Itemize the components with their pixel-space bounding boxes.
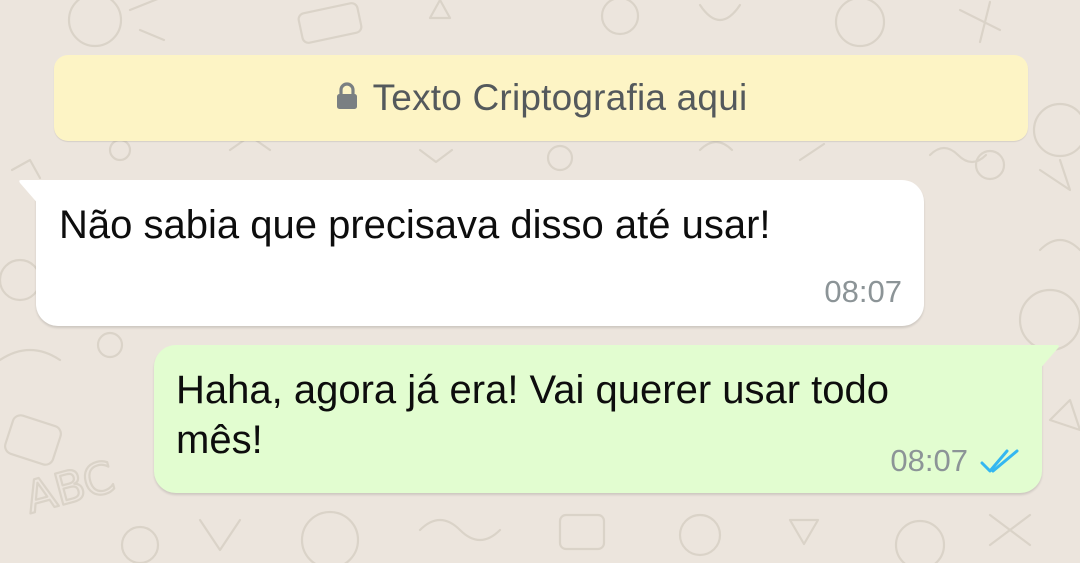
message-meta: 08:07 — [890, 443, 1020, 479]
encryption-banner-text: Texto Criptografia aqui — [372, 77, 748, 118]
message-text: Não sabia que precisava disso até usar! — [59, 203, 771, 247]
incoming-message[interactable]: Não sabia que precisava disso até usar! … — [19, 180, 924, 326]
message-time: 08:07 — [890, 443, 968, 478]
outgoing-bubble-tail — [1038, 345, 1059, 371]
encryption-banner[interactable]: Texto Criptografia aqui — [54, 55, 1028, 141]
incoming-bubble-tail — [19, 180, 40, 206]
outgoing-message[interactable]: Haha, agora já era! Vai querer usar todo… — [154, 345, 1059, 493]
lock-icon — [336, 82, 357, 109]
double-check-read-icon — [980, 449, 1019, 473]
message-time: 08:07 — [824, 274, 902, 309]
message-meta: 08:07 — [824, 274, 902, 310]
message-text: Haha, agora já era! Vai querer usar todo… — [176, 368, 890, 462]
